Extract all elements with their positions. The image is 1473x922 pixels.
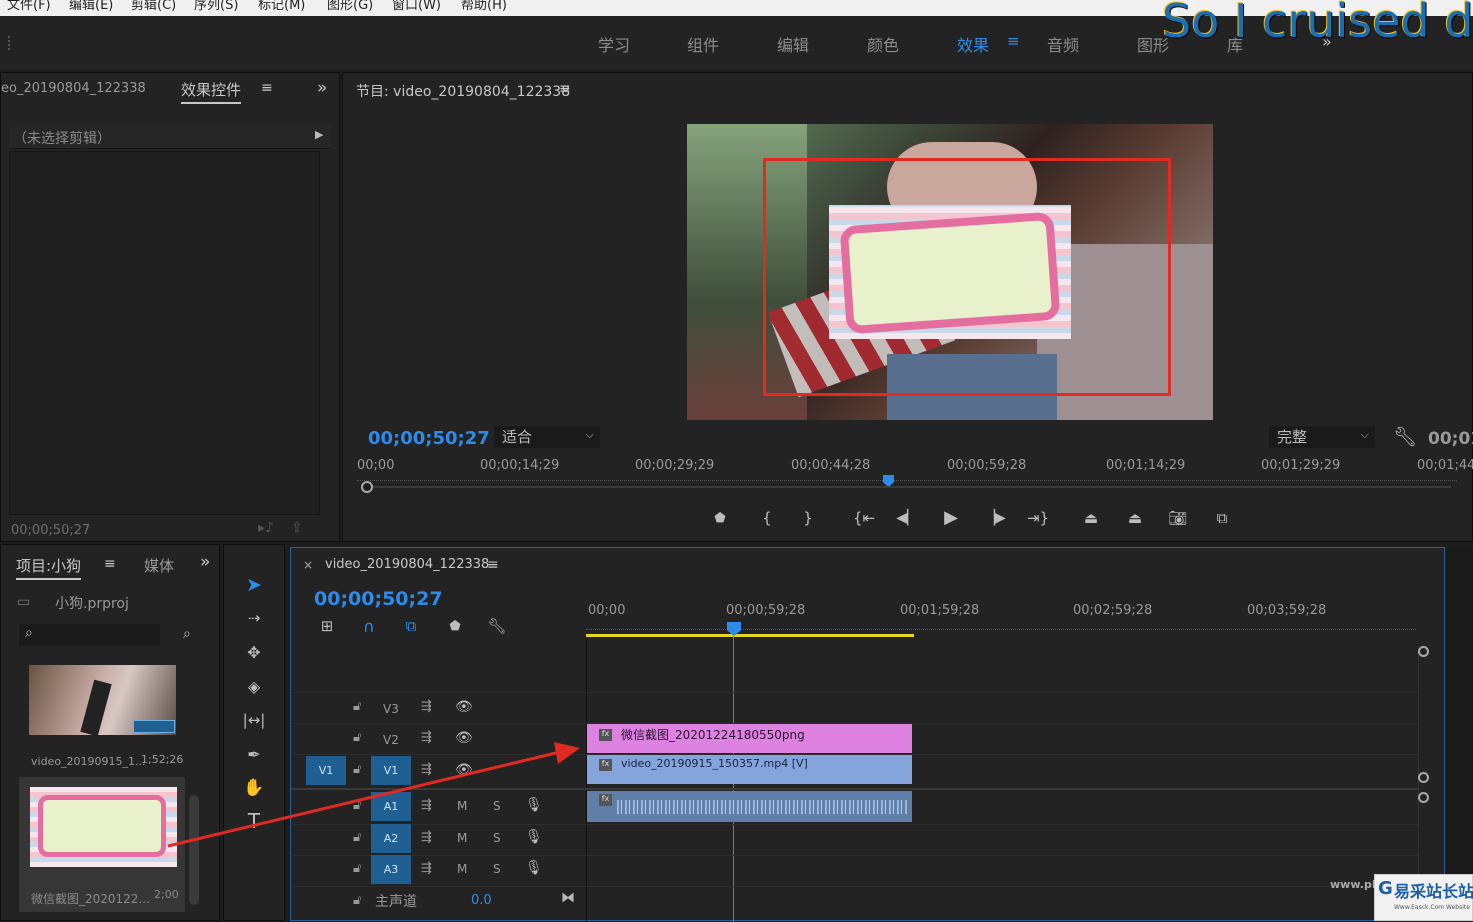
watermark-subtitle: Www.Easck.Com Website bbox=[1394, 904, 1470, 911]
watermark: www.pHome.NET G 易采站长站 Www.Easck.Com Webs… bbox=[1330, 874, 1473, 921]
watermark-brand: 易采站长站 bbox=[1394, 882, 1473, 901]
watermark-logo-icon: G bbox=[1378, 878, 1393, 899]
annotation-arrow bbox=[167, 742, 580, 848]
